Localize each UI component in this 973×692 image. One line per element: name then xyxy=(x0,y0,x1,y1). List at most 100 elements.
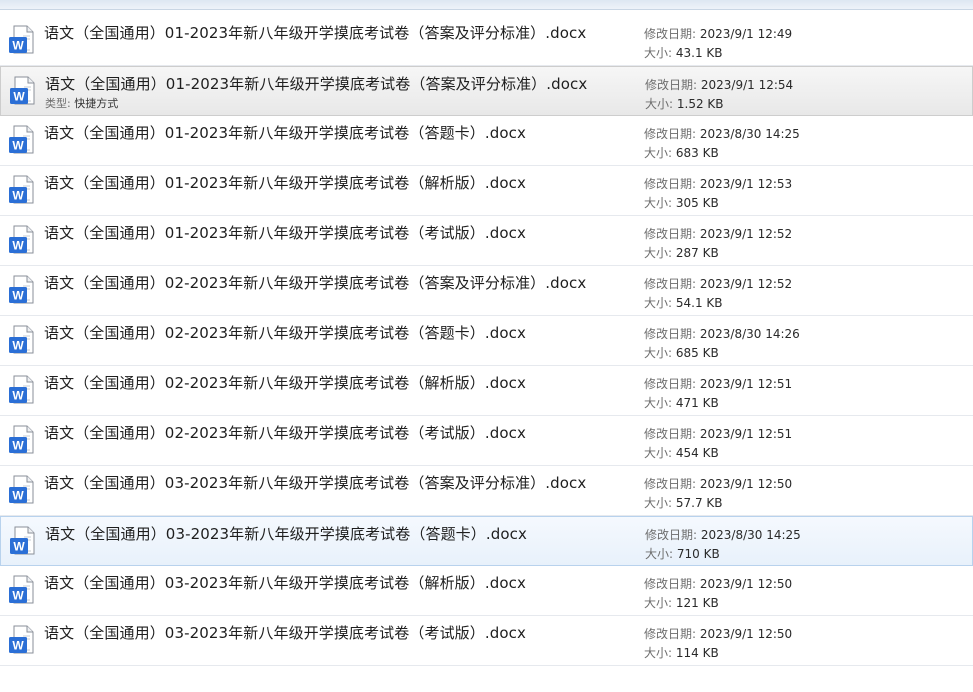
modified-date: 修改日期: 2023/9/1 12:49 xyxy=(644,25,792,42)
word-document-icon: W xyxy=(9,175,34,204)
modified-date-label: 修改日期: xyxy=(644,177,697,191)
file-size: 大小: 121 KB xyxy=(644,594,719,611)
svg-text:W: W xyxy=(12,289,24,303)
file-row[interactable]: W 语文（全国通用）02-2023年新八年级开学摸底考试卷（解析版）.docx … xyxy=(0,366,973,416)
file-name: 语文（全国通用）01-2023年新八年级开学摸底考试卷（解析版）.docx xyxy=(44,174,526,192)
file-row[interactable]: W 语文（全国通用）01-2023年新八年级开学摸底考试卷（答题卡）.docx … xyxy=(0,116,973,166)
modified-date-value: 2023/9/1 12:52 xyxy=(699,227,793,241)
modified-date-value: 2023/9/1 12:50 xyxy=(699,577,793,591)
modified-date-label: 修改日期: xyxy=(644,127,697,141)
file-name: 语文（全国通用）03-2023年新八年级开学摸底考试卷（答案及评分标准）.doc… xyxy=(44,474,587,492)
file-row[interactable]: W 语文（全国通用）01-2023年新八年级开学摸底考试卷（解析版）.docx … xyxy=(0,166,973,216)
modified-date-label: 修改日期: xyxy=(645,78,698,92)
file-type-label: 类型: xyxy=(45,97,71,110)
file-name: 语文（全国通用）02-2023年新八年级开学摸底考试卷（答题卡）.docx xyxy=(44,324,526,342)
file-list: W 语文（全国通用）01-2023年新八年级开学摸底考试卷（答案及评分标准）.d… xyxy=(0,16,973,666)
file-name: 语文（全国通用）02-2023年新八年级开学摸底考试卷（考试版）.docx xyxy=(44,424,526,442)
file-size-label: 大小: xyxy=(644,496,673,510)
file-size-value: 114 KB xyxy=(675,646,719,660)
file-row[interactable]: W 语文（全国通用）01-2023年新八年级开学摸底考试卷（考试版）.docx … xyxy=(0,216,973,266)
file-size-value: 287 KB xyxy=(675,246,719,260)
modified-date-value: 2023/9/1 12:51 xyxy=(699,377,793,391)
modified-date: 修改日期: 2023/9/1 12:53 xyxy=(644,175,792,192)
file-row[interactable]: W 语文（全国通用）03-2023年新八年级开学摸底考试卷（考试版）.docx … xyxy=(0,616,973,666)
word-document-icon: W xyxy=(9,125,34,154)
file-type-value: 快捷方式 xyxy=(74,97,119,110)
file-size: 大小: 43.1 KB xyxy=(644,44,723,61)
file-row[interactable]: W 语文（全国通用）02-2023年新八年级开学摸底考试卷（考试版）.docx … xyxy=(0,416,973,466)
file-size-label: 大小: xyxy=(644,396,673,410)
file-size: 大小: 57.7 KB xyxy=(644,494,723,511)
modified-date-label: 修改日期: xyxy=(644,477,697,491)
file-size: 大小: 454 KB xyxy=(644,444,719,461)
file-size-label: 大小: xyxy=(644,646,673,660)
modified-date-label: 修改日期: xyxy=(644,427,697,441)
modified-date: 修改日期: 2023/9/1 12:50 xyxy=(644,475,792,492)
modified-date: 修改日期: 2023/8/30 14:25 xyxy=(644,125,800,142)
file-size-label: 大小: xyxy=(645,97,674,111)
modified-date: 修改日期: 2023/9/1 12:51 xyxy=(644,425,792,442)
file-size-label: 大小: xyxy=(644,146,673,160)
word-document-icon: W xyxy=(9,575,34,604)
file-size: 大小: 305 KB xyxy=(644,194,719,211)
file-size: 大小: 1.52 KB xyxy=(645,95,724,112)
file-row[interactable]: W 语文（全国通用）03-2023年新八年级开学摸底考试卷（解析版）.docx … xyxy=(0,566,973,616)
modified-date-value: 2023/9/1 12:50 xyxy=(699,477,793,491)
modified-date: 修改日期: 2023/9/1 12:50 xyxy=(644,575,792,592)
svg-text:W: W xyxy=(12,239,24,253)
file-row[interactable]: W 语文（全国通用）01-2023年新八年级开学摸底考试卷（答案及评分标准）.d… xyxy=(0,16,973,66)
svg-text:W: W xyxy=(12,39,24,53)
file-name: 语文（全国通用）03-2023年新八年级开学摸底考试卷（解析版）.docx xyxy=(44,574,526,592)
modified-date-label: 修改日期: xyxy=(644,577,697,591)
file-row[interactable]: W 语文（全国通用）03-2023年新八年级开学摸底考试卷（答题卡）.docx … xyxy=(0,516,973,566)
modified-date-label: 修改日期: xyxy=(644,27,697,41)
word-document-icon: W xyxy=(10,76,35,105)
file-type: 类型: 快捷方式 xyxy=(45,95,118,111)
modified-date-label: 修改日期: xyxy=(644,227,697,241)
svg-text:W: W xyxy=(13,90,25,104)
word-document-icon: W xyxy=(9,275,34,304)
file-size-value: 121 KB xyxy=(675,596,719,610)
file-size: 大小: 471 KB xyxy=(644,394,719,411)
file-row[interactable]: W 语文（全国通用）01-2023年新八年级开学摸底考试卷（答案及评分标准）.d… xyxy=(0,66,973,116)
file-size: 大小: 287 KB xyxy=(644,244,719,261)
file-size: 大小: 685 KB xyxy=(644,344,719,361)
file-size: 大小: 683 KB xyxy=(644,144,719,161)
file-size-label: 大小: xyxy=(644,446,673,460)
word-document-icon: W xyxy=(10,526,35,555)
file-size: 大小: 54.1 KB xyxy=(644,294,723,311)
file-name: 语文（全国通用）01-2023年新八年级开学摸底考试卷（答题卡）.docx xyxy=(44,124,526,142)
file-name: 语文（全国通用）02-2023年新八年级开学摸底考试卷（答案及评分标准）.doc… xyxy=(44,274,587,292)
modified-date: 修改日期: 2023/9/1 12:52 xyxy=(644,275,792,292)
file-name: 语文（全国通用）01-2023年新八年级开学摸底考试卷（答案及评分标准）.doc… xyxy=(44,24,587,42)
word-document-icon: W xyxy=(9,375,34,404)
file-row[interactable]: W 语文（全国通用）02-2023年新八年级开学摸底考试卷（答题卡）.docx … xyxy=(0,316,973,366)
word-document-icon: W xyxy=(9,625,34,654)
svg-text:W: W xyxy=(12,439,24,453)
svg-text:W: W xyxy=(12,189,24,203)
modified-date: 修改日期: 2023/9/1 12:51 xyxy=(644,375,792,392)
modified-date-value: 2023/8/30 14:25 xyxy=(700,528,801,542)
svg-text:W: W xyxy=(12,639,24,653)
file-size-value: 710 KB xyxy=(676,547,720,561)
file-row[interactable]: W 语文（全国通用）03-2023年新八年级开学摸底考试卷（答案及评分标准）.d… xyxy=(0,466,973,516)
modified-date-value: 2023/9/1 12:54 xyxy=(700,78,794,92)
svg-text:W: W xyxy=(12,389,24,403)
file-name: 语文（全国通用）03-2023年新八年级开学摸底考试卷（答题卡）.docx xyxy=(45,525,527,543)
file-size-label: 大小: xyxy=(644,296,673,310)
file-name: 语文（全国通用）01-2023年新八年级开学摸底考试卷（考试版）.docx xyxy=(44,224,526,242)
file-size-value: 1.52 KB xyxy=(676,97,724,111)
file-size-label: 大小: xyxy=(645,547,674,561)
modified-date-value: 2023/9/1 12:53 xyxy=(699,177,793,191)
file-size-label: 大小: xyxy=(644,596,673,610)
svg-text:W: W xyxy=(13,540,25,554)
modified-date: 修改日期: 2023/8/30 14:26 xyxy=(644,325,800,342)
file-size-label: 大小: xyxy=(644,46,673,60)
file-name: 语文（全国通用）03-2023年新八年级开学摸底考试卷（考试版）.docx xyxy=(44,624,526,642)
file-size-value: 454 KB xyxy=(675,446,719,460)
word-document-icon: W xyxy=(9,425,34,454)
modified-date-label: 修改日期: xyxy=(644,377,697,391)
file-row[interactable]: W 语文（全国通用）02-2023年新八年级开学摸底考试卷（答案及评分标准）.d… xyxy=(0,266,973,316)
modified-date-label: 修改日期: xyxy=(644,627,697,641)
modified-date: 修改日期: 2023/9/1 12:50 xyxy=(644,625,792,642)
